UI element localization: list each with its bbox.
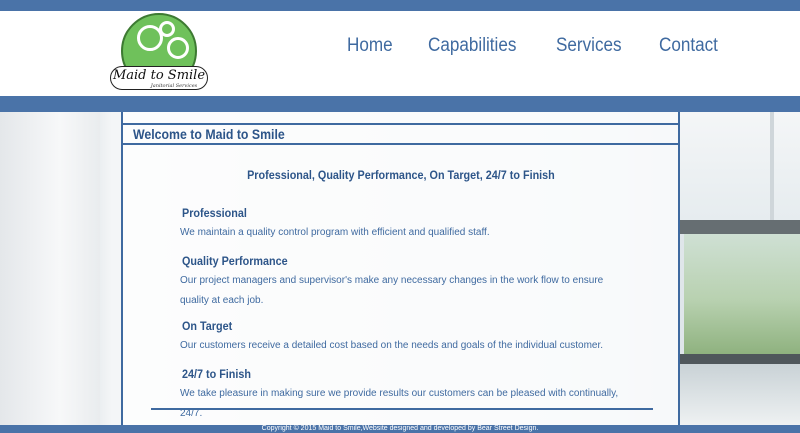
main-nav: Home Capabilities Services Contact bbox=[347, 35, 754, 57]
site-footer: Copyright © 2015 Maid to Smile,Website d… bbox=[0, 425, 800, 433]
panel-title-bar: Welcome to Maid to Smile bbox=[123, 123, 678, 145]
site-logo[interactable]: Maid to Smile Janitorial Services bbox=[108, 13, 210, 93]
logo-bubble-icon bbox=[159, 21, 175, 37]
background-window-bar bbox=[680, 220, 800, 234]
page-title: Welcome to Maid to Smile bbox=[133, 126, 285, 142]
nav-contact[interactable]: Contact bbox=[659, 35, 718, 57]
background-window-garden bbox=[684, 234, 800, 354]
nav-home[interactable]: Home bbox=[347, 35, 393, 57]
background-pillar bbox=[0, 112, 100, 425]
nav-services[interactable]: Services bbox=[556, 35, 622, 57]
footer-copyright: Copyright © 2015 Maid to Smile,Website d… bbox=[261, 425, 539, 432]
background-window-sill bbox=[680, 354, 800, 364]
nav-capabilities[interactable]: Capabilities bbox=[428, 35, 516, 57]
background-floor bbox=[680, 364, 800, 425]
content-panel: Welcome to Maid to Smile Professional, Q… bbox=[121, 112, 680, 425]
section-heading-on-target: On Target bbox=[182, 319, 233, 333]
section-heading-professional: Professional bbox=[182, 206, 247, 220]
section-body-on-target: Our customers receive a detailed cost ba… bbox=[180, 340, 604, 351]
tagline-text: Professional, Quality Performance, On Ta… bbox=[246, 168, 555, 182]
header-bottom-stripe bbox=[0, 96, 800, 112]
section-heading-quality-performance: Quality Performance bbox=[182, 254, 288, 268]
background-window-top bbox=[680, 112, 800, 220]
background-window-mullion bbox=[770, 112, 774, 220]
section-body-24-7: We take pleasure in making sure we provi… bbox=[180, 388, 619, 419]
logo-bubble-icon bbox=[167, 37, 189, 59]
section-heading-24-7: 24/7 to Finish bbox=[182, 367, 252, 381]
logo-subtitle: Janitorial Services bbox=[150, 83, 198, 89]
content-divider bbox=[151, 408, 653, 410]
section-body-professional: We maintain a quality control program wi… bbox=[180, 227, 490, 238]
logo-banner: Maid to Smile Janitorial Services bbox=[110, 66, 208, 90]
top-stripe bbox=[0, 0, 800, 11]
tagline: Professional, Quality Performance, On Ta… bbox=[123, 168, 678, 182]
section-body-quality-performance: Our project managers and supervisor's ma… bbox=[180, 275, 604, 306]
logo-title: Maid to Smile bbox=[112, 68, 206, 83]
